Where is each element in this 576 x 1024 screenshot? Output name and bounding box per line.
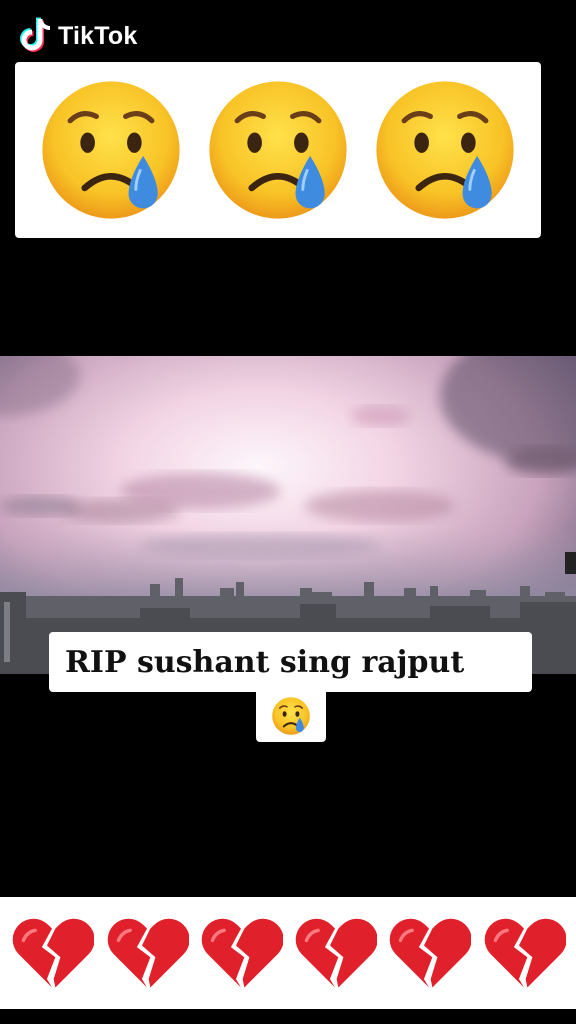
broken-heart-icon [107, 918, 189, 988]
broken-heart-icon [201, 918, 283, 988]
caption-text: RIP sushant sing rajput [65, 644, 465, 680]
sky-skyline-image [0, 356, 576, 674]
caption-emoji-box [256, 690, 326, 742]
crying-emoji-card [15, 62, 541, 238]
tiktok-note-icon [20, 17, 51, 52]
crying-face-icon [42, 81, 180, 219]
crying-face-icon [376, 81, 514, 219]
video-frame [0, 356, 576, 674]
broken-heart-icon [13, 918, 95, 988]
broken-heart-icon [390, 918, 472, 988]
broken-heart-icon [484, 918, 566, 988]
broken-heart-icon [295, 918, 378, 988]
tiktok-watermark: TikTok [18, 16, 137, 56]
crying-face-icon [209, 81, 347, 219]
watermark-brand-text: TikTok [58, 21, 138, 50]
crying-face-icon [272, 697, 310, 735]
broken-heart-card [0, 897, 576, 1009]
caption-box: RIP sushant sing rajput [49, 632, 532, 692]
